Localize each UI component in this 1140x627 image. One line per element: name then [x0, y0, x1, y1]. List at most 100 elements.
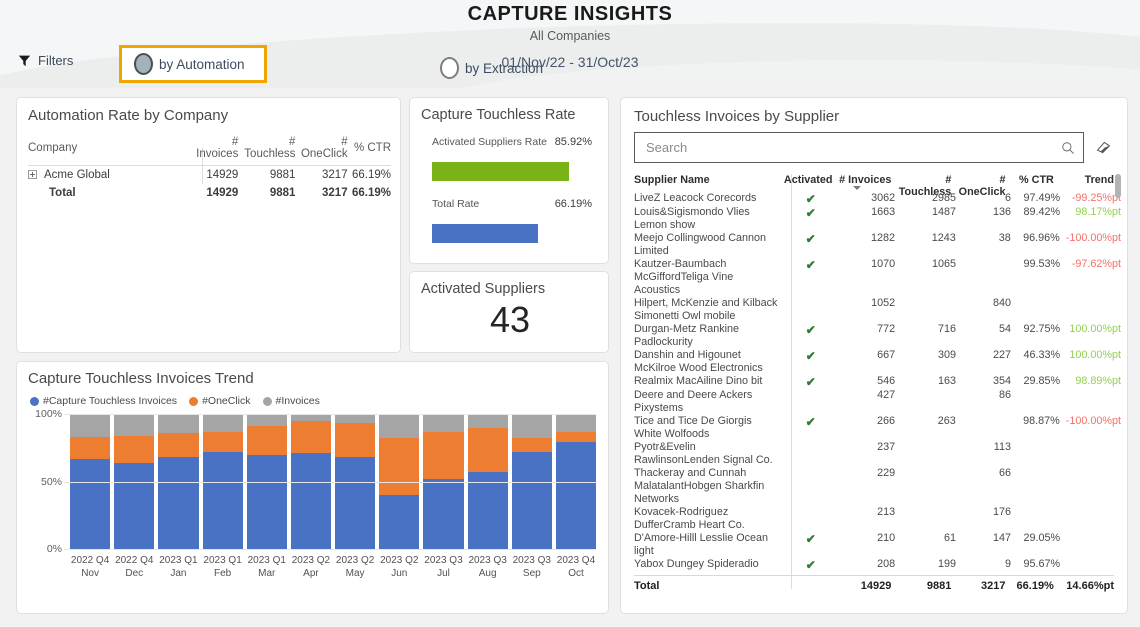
eraser-icon: [1095, 139, 1112, 156]
col-oneclick[interactable]: # OneClick: [295, 133, 347, 166]
cell-supplier-name: Deere and Deere Ackers Pixystems: [634, 389, 783, 415]
supplier-search-box[interactable]: [634, 132, 1084, 163]
cell-oneclick: 227: [956, 349, 1011, 375]
activated-rate-value: 85.92%: [555, 136, 592, 148]
table-row[interactable]: Louis&Sigismondo Vlies Lemon show✔166314…: [634, 206, 1121, 232]
chart-bar-segment: [247, 426, 287, 454]
x-label-quarter: 2023 Q3: [423, 554, 463, 567]
cell-trend: 100.00%pt: [1060, 323, 1121, 349]
table-row[interactable]: Durgan-Metz Rankine Padlockurity✔7727165…: [634, 323, 1121, 349]
x-axis-label: 2023 Q3Aug: [468, 554, 508, 580]
vertical-scrollbar[interactable]: [1115, 174, 1121, 574]
table-row[interactable]: Realmix MacAiline Dino bit✔54616335429.8…: [634, 375, 1121, 389]
chart-bar-segment: [247, 414, 287, 426]
cell-supplier-name: Kautzer-Baumbach McGiffordTeliga Vine Ac…: [634, 258, 783, 297]
search-input[interactable]: [646, 140, 1061, 155]
chart-bar-segment: [512, 414, 552, 438]
table-row[interactable]: Hilpert, McKenzie and Kilback Simonetti …: [634, 297, 1121, 323]
cell-touchless: 1487: [895, 206, 956, 232]
table-row[interactable]: Danshin and Higounet McKilroe Wood Elect…: [634, 349, 1121, 375]
total-rate-bar-track: [432, 224, 592, 243]
activated-rate-bar-track: [432, 162, 592, 181]
chart-bar-segment: [70, 437, 110, 459]
total-label: Total: [634, 580, 781, 593]
total-activated: [781, 580, 835, 593]
col-invoices[interactable]: # Invoices: [187, 133, 239, 166]
activated-suppliers-title: Activated Suppliers: [421, 281, 545, 297]
x-axis-label: 2023 Q1Jan: [158, 554, 198, 580]
clear-filters-button[interactable]: [1095, 139, 1112, 161]
cell-invoices: 266: [838, 415, 895, 441]
legend-color-dot: [263, 397, 272, 406]
capture-touchless-rate-card: Capture Touchless Rate Activated Supplie…: [409, 97, 609, 264]
x-label-month: May: [335, 567, 375, 580]
chart-bar-segment: [556, 414, 596, 432]
cell-touchless: [895, 467, 956, 506]
table-row[interactable]: Pyotr&Evelin RawlinsonLenden Signal Co.2…: [634, 441, 1121, 467]
chart-legend: #Capture Touchless Invoices #OneClick #Inv…: [30, 395, 320, 407]
chart-bar-segment: [423, 414, 463, 432]
table-row[interactable]: Deere and Deere Ackers Pixystems42786: [634, 389, 1121, 415]
supplier-table-body[interactable]: LiveZ Leacock Corecords✔30622985697.49%-…: [634, 192, 1121, 570]
cell-touchless: 263: [895, 415, 956, 441]
expand-icon[interactable]: [28, 170, 37, 179]
chart-bar-segment: [468, 472, 508, 549]
x-axis-label: 2023 Q3Sep: [512, 554, 552, 580]
chart-x-axis-labels: 2022 Q4Nov2022 Q4Dec2023 Q1Jan2023 Q1Feb…: [70, 554, 596, 580]
table-row[interactable]: D'Amore-Hilll Lesslie Ocean light✔210611…: [634, 532, 1121, 558]
legend-item[interactable]: #Capture Touchless Invoices: [30, 395, 177, 407]
cell-ctr: 92.75%: [1011, 323, 1060, 349]
chart-bar-segment: [335, 423, 375, 457]
cell-activated: ✔: [783, 415, 838, 441]
cell-touchless: [895, 506, 956, 532]
table-row[interactable]: Acme Global 14929 9881 3217 66.19%: [28, 166, 391, 185]
col-touchless[interactable]: # Touchless: [238, 133, 295, 166]
search-icon[interactable]: [1061, 141, 1075, 155]
chart-bar-segment: [291, 414, 331, 421]
chart-bar-segment: [512, 438, 552, 452]
chart-bar-segment: [335, 457, 375, 549]
cell-ctr: [1011, 467, 1060, 506]
date-range-label[interactable]: 01/Nov/22 - 31/Oct/23: [0, 54, 1140, 70]
cell-ctr: 46.33%: [1011, 349, 1060, 375]
chart-bar-segment: [379, 495, 419, 549]
y-axis-tick: 50%: [41, 476, 62, 488]
col-ctr[interactable]: % CTR: [348, 133, 391, 166]
cell-oneclick: 176: [956, 506, 1011, 532]
legend-item[interactable]: #Invoices: [263, 395, 320, 407]
cell-touchless: 1065: [895, 258, 956, 297]
scrollbar-thumb[interactable]: [1115, 174, 1121, 198]
chart-bar-segment: [468, 414, 508, 428]
table-total-row: Total 14929 9881 3217 66.19%: [28, 184, 391, 202]
cell-ctr: 66.19%: [348, 166, 391, 185]
chart-bar-segment: [291, 453, 331, 549]
col-company[interactable]: Company: [28, 133, 187, 166]
x-axis-label: 2023 Q4Oct: [556, 554, 596, 580]
table-row[interactable]: LiveZ Leacock Corecords✔30622985697.49%-…: [634, 192, 1121, 206]
cell-oneclick: [956, 415, 1011, 441]
table-row[interactable]: Tice and Tice De Giorgis White Wolfoods✔…: [634, 415, 1121, 441]
page-subtitle: All Companies: [0, 29, 1140, 43]
table-row[interactable]: Kautzer-Baumbach McGiffordTeliga Vine Ac…: [634, 258, 1121, 297]
legend-item[interactable]: #OneClick: [189, 395, 250, 407]
cell-oneclick: 354: [956, 375, 1011, 389]
table-row[interactable]: Meejo Collingwood Cannon Limited✔1282124…: [634, 232, 1121, 258]
table-row[interactable]: Kovacek-Rodriguez DufferCramb Heart Co.2…: [634, 506, 1121, 532]
automation-rate-title: Automation Rate by Company: [28, 107, 228, 124]
table-row[interactable]: Thackeray and Cunnah MalatalantHobgen Sh…: [634, 467, 1121, 506]
chart-bar-segment: [512, 452, 552, 549]
cell-invoices: 1052: [838, 297, 895, 323]
x-axis-label: 2023 Q1Mar: [247, 554, 287, 580]
cell-invoices: 208: [838, 558, 895, 570]
table-row[interactable]: Yabox Dungey Spideradio✔208199995.67%: [634, 558, 1121, 570]
cell-oneclick: 840: [956, 297, 1011, 323]
x-label-month: Sep: [512, 567, 552, 580]
cell-supplier-name: LiveZ Leacock Corecords: [634, 192, 783, 206]
cell-invoices: 237: [838, 441, 895, 467]
chart-bar-segment: [70, 459, 110, 549]
x-label-month: Jul: [423, 567, 463, 580]
cell-oneclick: 86: [956, 389, 1011, 415]
cell-activated: [783, 467, 838, 506]
chart-bar-segment: [203, 432, 243, 452]
check-icon: ✔: [806, 415, 816, 429]
